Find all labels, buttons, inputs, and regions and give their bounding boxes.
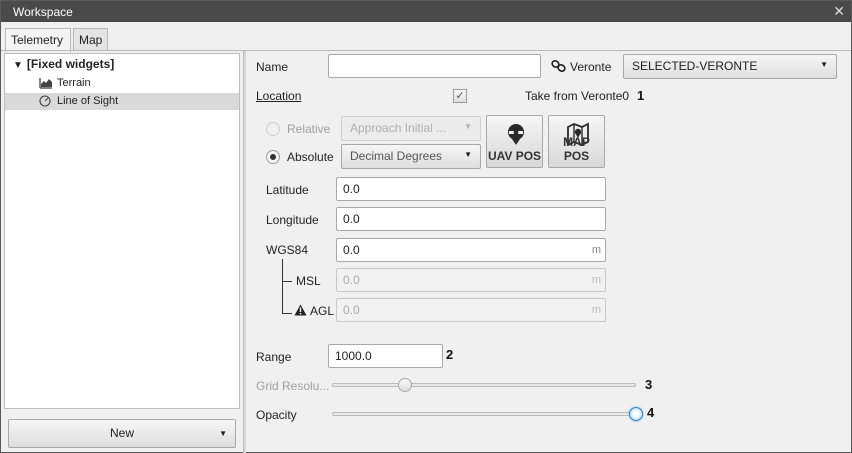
chevron-down-icon: ▼ xyxy=(464,122,472,131)
grid-resolution-slider[interactable] xyxy=(332,383,636,387)
workspace-window: Workspace ✕ Telemetry Map ▼ [Fixed widget… xyxy=(0,0,852,453)
hierarchy-line xyxy=(282,281,292,282)
callout-2: 2 xyxy=(446,347,454,362)
coordinate-format-select[interactable]: Decimal Degrees ▼ xyxy=(341,144,481,169)
widget-tree: ▼ [Fixed widgets] Terrain Line of Sight xyxy=(4,53,240,409)
tree-item-terrain[interactable]: Terrain xyxy=(5,75,239,92)
terrain-chart-icon xyxy=(39,78,52,89)
relative-label: Relative xyxy=(287,122,331,136)
link-icon xyxy=(551,60,566,72)
range-label: Range xyxy=(256,350,292,364)
tab-divider xyxy=(1,50,851,51)
range-input[interactable]: 1000.0 xyxy=(328,344,443,368)
tree-item-line-of-sight[interactable]: Line of Sight xyxy=(5,93,239,110)
location-label: Location xyxy=(256,89,302,103)
map-pos-button[interactable]: MAP POS xyxy=(548,115,605,168)
opacity-slider[interactable] xyxy=(332,412,636,416)
chevron-down-icon[interactable]: ▼ xyxy=(219,420,227,447)
agl-input[interactable]: 0.0 m xyxy=(336,298,606,322)
tab-telemetry[interactable]: Telemetry xyxy=(5,28,71,52)
longitude-input[interactable]: 0.0 xyxy=(336,207,606,231)
latitude-input[interactable]: 0.0 xyxy=(336,177,606,201)
callout-4: 4 xyxy=(647,405,655,420)
name-input[interactable] xyxy=(328,54,541,78)
chevron-down-icon: ▼ xyxy=(464,150,472,159)
latitude-label: Latitude xyxy=(266,183,309,197)
veronte-select[interactable]: SELECTED-VERONTE ▼ xyxy=(623,54,837,79)
title-bar: Workspace ✕ xyxy=(1,1,851,22)
msl-input[interactable]: 0.0 m xyxy=(336,268,606,292)
gauge-icon xyxy=(39,95,51,107)
opacity-slider-thumb[interactable] xyxy=(629,407,643,421)
warning-icon xyxy=(294,304,307,316)
wgs84-input[interactable]: 0.0 m xyxy=(336,238,606,262)
tree-item-label: Terrain xyxy=(57,77,91,89)
veronte-label: Veronte xyxy=(570,60,612,74)
agl-label: AGL xyxy=(310,304,335,318)
absolute-label: Absolute xyxy=(287,150,334,164)
close-icon[interactable]: ✕ xyxy=(833,3,845,20)
relative-reference-select[interactable]: Approach Initial ... ▼ xyxy=(341,116,481,141)
uav-pos-button[interactable]: UAV POS xyxy=(486,115,543,168)
wgs84-label: WGS84 xyxy=(266,243,309,257)
window-title: Workspace xyxy=(13,5,73,19)
hierarchy-line xyxy=(282,259,283,314)
callout-1: 1 xyxy=(637,88,645,103)
tree-item-label: Line of Sight xyxy=(57,95,119,107)
collapse-arrow-icon[interactable]: ▼ xyxy=(13,60,23,71)
relative-radio[interactable] xyxy=(266,122,280,136)
tree-root-fixed-widgets[interactable]: ▼ [Fixed widgets] xyxy=(13,57,114,71)
name-label: Name xyxy=(256,60,289,74)
longitude-label: Longitude xyxy=(266,213,319,227)
msl-label: MSL xyxy=(296,274,321,288)
tab-map[interactable]: Map xyxy=(73,28,108,51)
absolute-radio[interactable] xyxy=(266,150,280,164)
hierarchy-line xyxy=(282,313,292,314)
opacity-label: Opacity xyxy=(256,408,297,422)
drone-pin-icon xyxy=(508,124,524,145)
grid-resolution-slider-thumb[interactable] xyxy=(397,378,412,392)
take-from-veronte-checkbox[interactable]: ✓ xyxy=(453,89,467,103)
chevron-down-icon: ▼ xyxy=(820,60,828,69)
grid-resolution-label: Grid Resolu... xyxy=(256,379,330,393)
take-from-veronte-label: Take from Veronte0 xyxy=(525,89,630,103)
new-button[interactable]: New ▼ xyxy=(8,419,236,448)
callout-3: 3 xyxy=(645,377,653,392)
panel-splitter[interactable] xyxy=(243,51,246,453)
